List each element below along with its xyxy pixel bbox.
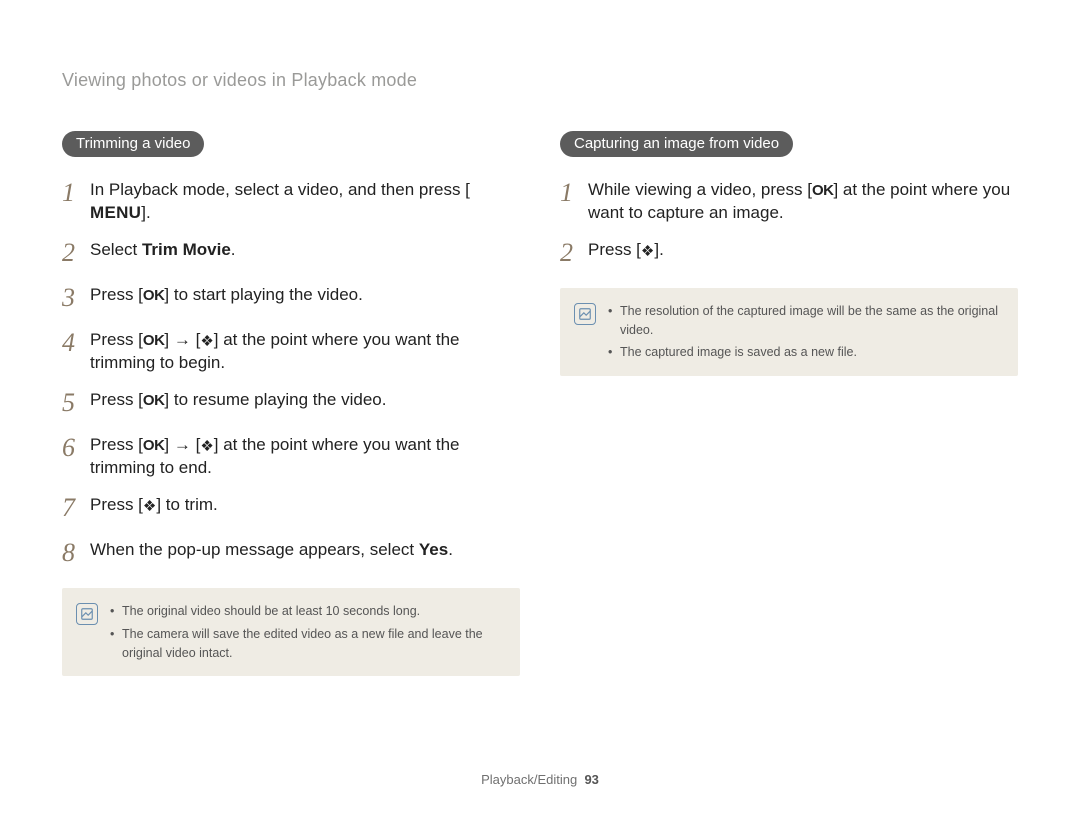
step: 3Press [OK] to start playing the video.: [62, 282, 520, 315]
footer-page-number: 93: [584, 772, 598, 787]
step: 2Select Trim Movie.: [62, 237, 520, 270]
flower-icon: ❖: [200, 334, 213, 349]
note-item: The captured image is saved as a new fil…: [608, 343, 1002, 362]
step: 2Press [❖].: [560, 237, 1018, 270]
left-steps: 1In Playback mode, select a video, and t…: [62, 177, 520, 570]
step-number: 4: [62, 325, 90, 360]
ok-icon: OK: [143, 391, 165, 411]
step-number: 6: [62, 430, 90, 465]
step-number: 1: [62, 175, 90, 210]
step-text: Press [OK] to resume playing the video.: [90, 387, 386, 412]
note-list-left: The original video should be at least 10…: [110, 602, 504, 662]
step: 7Press [❖] to trim.: [62, 492, 520, 525]
note-box-right: The resolution of the captured image wil…: [560, 288, 1018, 376]
note-item: The resolution of the captured image wil…: [608, 302, 1002, 340]
step: 5Press [OK] to resume playing the video.: [62, 387, 520, 420]
page-footer: Playback/Editing 93: [0, 772, 1080, 787]
flower-icon: ❖: [200, 439, 213, 454]
step: 4Press [OK] → [❖] at the point where you…: [62, 327, 520, 375]
step: 6Press [OK] → [❖] at the point where you…: [62, 432, 520, 480]
step: 1While viewing a video, press [OK] at th…: [560, 177, 1018, 225]
right-steps: 1While viewing a video, press [OK] at th…: [560, 177, 1018, 270]
step-text: Press [OK] → [❖] at the point where you …: [90, 327, 520, 375]
note-item: The original video should be at least 10…: [110, 602, 504, 621]
step: 1In Playback mode, select a video, and t…: [62, 177, 520, 225]
left-column: Trimming a video 1In Playback mode, sele…: [62, 131, 520, 676]
note-item: The camera will save the edited video as…: [110, 625, 504, 663]
manual-page: Viewing photos or videos in Playback mod…: [0, 0, 1080, 815]
step: 8When the pop-up message appears, select…: [62, 537, 520, 570]
footer-section: Playback/Editing: [481, 772, 577, 787]
note-icon: [574, 303, 596, 325]
step-text: Press [OK] → [❖] at the point where you …: [90, 432, 520, 480]
step-text: When the pop-up message appears, select …: [90, 537, 453, 562]
ok-icon: OK: [143, 436, 165, 456]
step-number: 1: [560, 175, 588, 210]
flower-icon: ❖: [641, 244, 654, 259]
note-list-right: The resolution of the captured image wil…: [608, 302, 1002, 362]
content-columns: Trimming a video 1In Playback mode, sele…: [62, 131, 1018, 676]
right-column: Capturing an image from video 1While vie…: [560, 131, 1018, 676]
step-number: 3: [62, 280, 90, 315]
ok-icon: OK: [143, 331, 165, 351]
step-number: 8: [62, 535, 90, 570]
breadcrumb: Viewing photos or videos in Playback mod…: [62, 70, 1018, 91]
note-box-left: The original video should be at least 10…: [62, 588, 520, 676]
step-number: 2: [62, 235, 90, 270]
flower-icon: ❖: [143, 499, 156, 514]
note-icon: [76, 603, 98, 625]
step-number: 2: [560, 235, 588, 270]
menu-icon: MENU: [90, 202, 141, 225]
section-heading-capturing: Capturing an image from video: [560, 131, 793, 157]
step-text: In Playback mode, select a video, and th…: [90, 177, 520, 225]
ok-icon: OK: [143, 286, 165, 306]
step-number: 5: [62, 385, 90, 420]
step-text: Press [OK] to start playing the video.: [90, 282, 363, 307]
section-heading-trimming: Trimming a video: [62, 131, 204, 157]
step-text: Select Trim Movie.: [90, 237, 236, 262]
ok-icon: OK: [812, 181, 834, 201]
step-number: 7: [62, 490, 90, 525]
step-text: Press [❖] to trim.: [90, 492, 218, 517]
step-text: While viewing a video, press [OK] at the…: [588, 177, 1018, 225]
step-text: Press [❖].: [588, 237, 664, 262]
